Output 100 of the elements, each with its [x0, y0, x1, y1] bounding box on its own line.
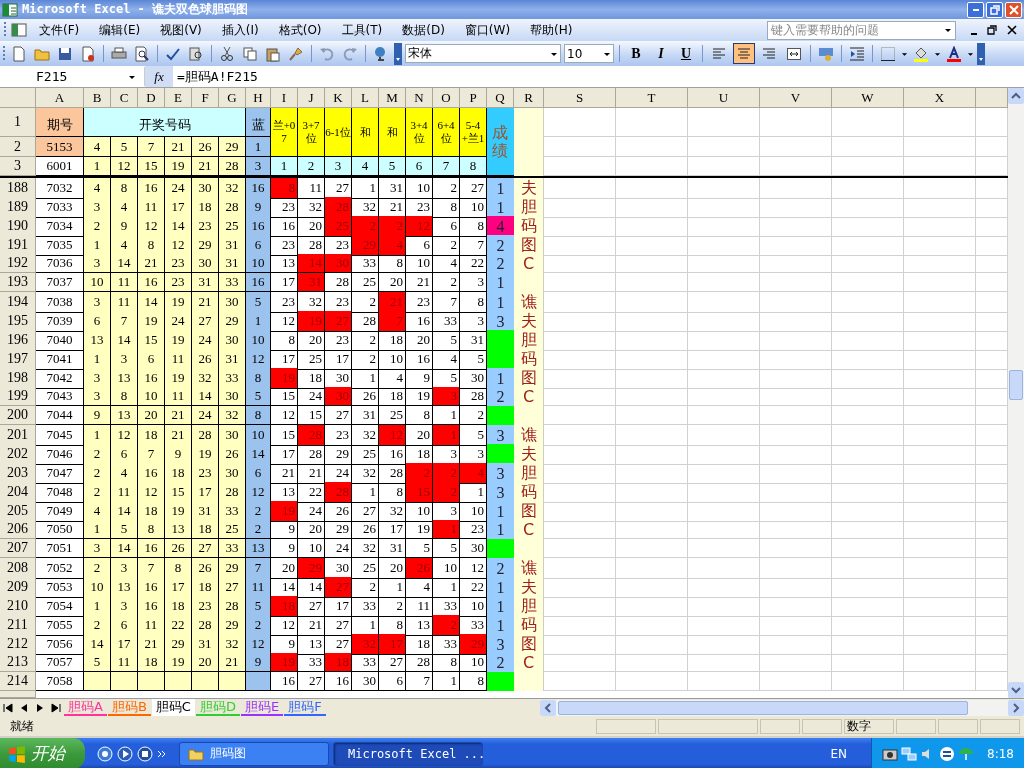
row-header[interactable]: 191 [0, 235, 36, 256]
media-player-icon[interactable] [117, 745, 133, 762]
font-name-field[interactable]: 宋体 [405, 44, 561, 63]
column-header[interactable]: T [616, 88, 688, 108]
messenger-icon[interactable] [137, 745, 153, 762]
restore-icon[interactable] [987, 25, 997, 35]
column-header[interactable]: C [111, 88, 138, 108]
minimize-button[interactable] [967, 1, 984, 18]
save-icon[interactable] [57, 45, 73, 62]
restore-button[interactable] [986, 1, 1003, 18]
horizontal-scrollbar[interactable] [540, 699, 1024, 716]
scroll-thumb[interactable] [558, 700, 968, 715]
menu-item[interactable]: 数据(D) [394, 21, 453, 39]
permission-icon[interactable] [80, 45, 96, 62]
menu-item[interactable]: 窗口(W) [456, 21, 519, 39]
column-header[interactable]: H [246, 88, 271, 108]
cut-icon[interactable] [219, 45, 235, 62]
menu-item[interactable]: 格式(O) [270, 21, 330, 39]
row-header[interactable]: 211 [0, 615, 36, 636]
last-sheet-icon[interactable] [50, 701, 62, 714]
column-header[interactable]: J [298, 88, 325, 108]
column-header[interactable]: G [219, 88, 246, 108]
menu-item[interactable]: 编辑(E) [91, 21, 149, 39]
row-header[interactable]: 204 [0, 482, 36, 503]
column-header[interactable]: Q [487, 88, 514, 108]
help-field[interactable]: 键入需要帮助的问题 [767, 20, 956, 40]
row-header[interactable]: 197 [0, 349, 36, 370]
row-header[interactable]: 205 [0, 501, 36, 522]
row-header[interactable]: 200 [0, 406, 36, 425]
column-header[interactable]: U [688, 88, 760, 108]
row-header[interactable]: 190 [0, 216, 36, 237]
scroll-left-icon[interactable] [540, 699, 556, 716]
scroll-thumb[interactable] [1009, 370, 1023, 400]
print-preview-icon[interactable] [134, 45, 150, 62]
row-header[interactable]: 3 [0, 157, 36, 176]
vertical-scrollbar[interactable] [1008, 88, 1024, 698]
column-header[interactable]: M [379, 88, 406, 108]
row-header[interactable]: 193 [0, 273, 36, 292]
row-header[interactable]: 210 [0, 596, 36, 617]
indent-icon[interactable] [849, 45, 865, 62]
font-color-icon[interactable] [946, 45, 962, 62]
row-header[interactable]: 198 [0, 368, 36, 389]
language-indicator[interactable]: EN [810, 746, 868, 761]
copy-icon[interactable] [242, 45, 258, 62]
taskbar-button[interactable]: Microsoft Excel ... [333, 741, 483, 766]
scroll-up-icon[interactable] [1008, 88, 1024, 104]
column-header[interactable]: F [192, 88, 219, 108]
scroll-down-icon[interactable] [1008, 682, 1024, 698]
browser-icon[interactable] [97, 745, 113, 762]
research-icon[interactable] [188, 45, 204, 62]
menu-item[interactable]: 工具(T) [333, 21, 391, 39]
column-header[interactable]: W [832, 88, 904, 108]
column-header[interactable]: D [138, 88, 165, 108]
column-header[interactable]: R [514, 88, 544, 108]
column-header[interactable]: K [325, 88, 352, 108]
close-icon[interactable] [1007, 25, 1017, 35]
column-header[interactable]: B [84, 88, 111, 108]
column-header[interactable]: E [165, 88, 192, 108]
menu-item[interactable]: 插入(I) [213, 21, 267, 39]
menu-item[interactable]: 文件(F) [31, 21, 88, 39]
input-method-icon[interactable] [939, 745, 956, 762]
row-header[interactable]: 1 [0, 108, 36, 137]
column-header[interactable]: O [433, 88, 460, 108]
column-header[interactable]: X [904, 88, 976, 108]
row-header[interactable]: 196 [0, 330, 36, 351]
fill-color-icon[interactable] [913, 45, 929, 62]
first-sheet-icon[interactable] [2, 701, 14, 714]
bold-button[interactable]: B [625, 43, 647, 64]
spreadsheet-icon[interactable] [11, 22, 27, 38]
column-header[interactable]: I [271, 88, 298, 108]
sheet-tab[interactable]: 胆码C [151, 699, 195, 716]
chevron-icon[interactable] [157, 748, 167, 759]
taskbar-button[interactable]: 胆码图 [179, 741, 329, 766]
row-header[interactable]: 209 [0, 577, 36, 598]
print-icon[interactable] [111, 45, 127, 62]
row-header[interactable]: 202 [0, 444, 36, 465]
sheet-tab[interactable]: 胆码E [240, 699, 284, 716]
scroll-right-icon[interactable] [1008, 699, 1024, 716]
row-header[interactable]: 194 [0, 292, 36, 313]
row-header[interactable]: 207 [0, 539, 36, 558]
font-size-field[interactable]: 10 [564, 44, 614, 63]
toolbar-options-icon[interactable] [394, 42, 402, 65]
row-header[interactable]: 192 [0, 254, 36, 273]
row-header[interactable]: 214 [0, 672, 36, 691]
italic-button[interactable]: I [650, 43, 672, 64]
row-header[interactable]: 208 [0, 558, 36, 579]
close-button[interactable] [1005, 1, 1022, 18]
row-header[interactable]: 2 [0, 137, 36, 157]
paste-icon[interactable] [265, 45, 281, 62]
column-header[interactable]: V [760, 88, 832, 108]
toolbar-options-icon[interactable] [977, 42, 985, 65]
column-header[interactable]: S [544, 88, 616, 108]
alignment-button[interactable] [733, 43, 755, 64]
column-header[interactable]: N [406, 88, 433, 108]
row-header[interactable]: 188 [0, 178, 36, 199]
column-header[interactable]: L [352, 88, 379, 108]
sheet-tab[interactable]: 胆码F [284, 699, 326, 716]
menu-item[interactable]: 帮助(H) [522, 21, 581, 39]
row-header[interactable]: 199 [0, 387, 36, 406]
underline-button[interactable]: U [675, 43, 697, 64]
